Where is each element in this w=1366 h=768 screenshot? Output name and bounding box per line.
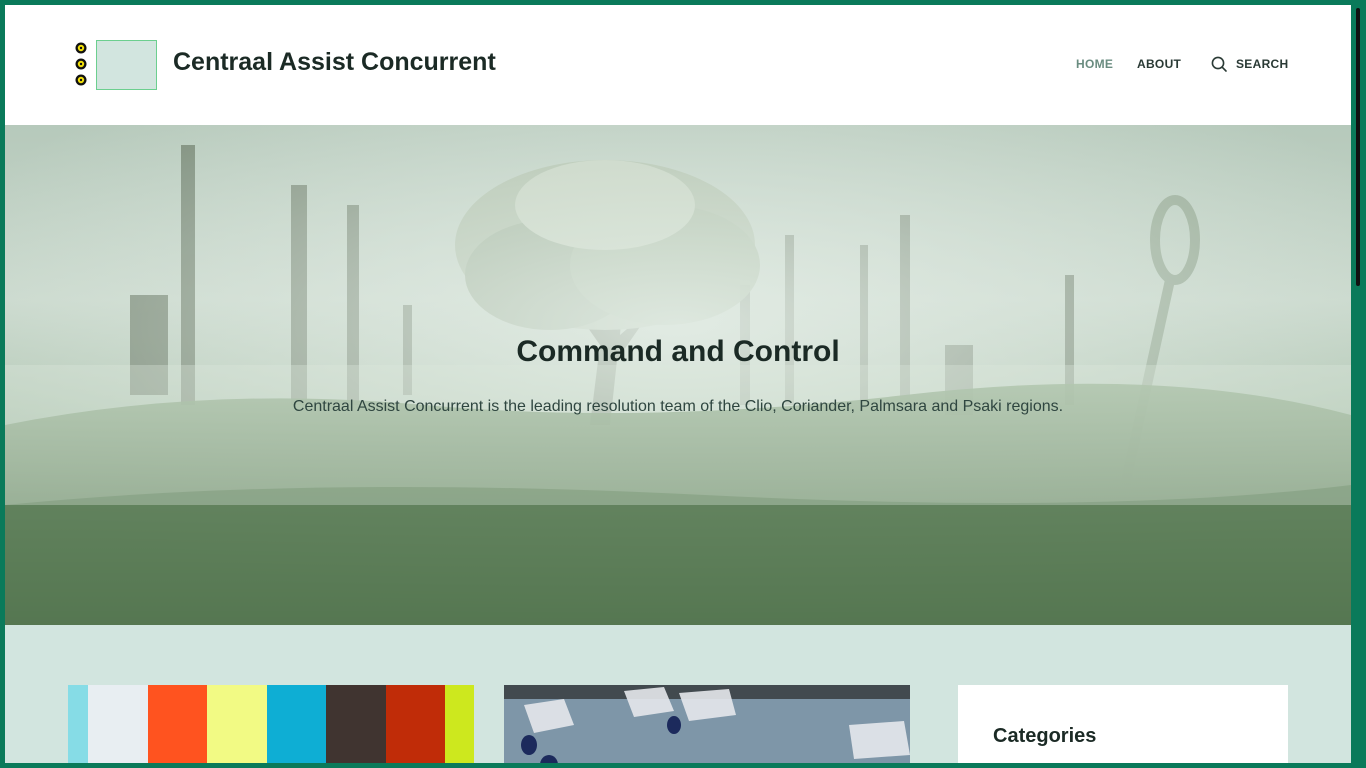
nav-item-home[interactable]: HOME xyxy=(1076,57,1113,71)
flower-icon xyxy=(75,74,87,86)
palette-swatch xyxy=(88,685,148,763)
post-card-photo[interactable] xyxy=(504,685,910,763)
palette-swatch xyxy=(386,685,445,763)
hero-banner: Command and Control Centraal Assist Conc… xyxy=(5,125,1351,625)
scrollbar-thumb[interactable] xyxy=(1356,8,1360,286)
palette-swatch xyxy=(267,685,326,763)
search-label: SEARCH xyxy=(1236,57,1289,71)
search-icon xyxy=(1211,56,1227,72)
site-header: Centraal Assist Concurrent HOME ABOUT SE… xyxy=(5,5,1351,125)
palette-swatch xyxy=(326,685,386,763)
site-logo[interactable] xyxy=(73,40,157,90)
hero-title: Command and Control xyxy=(516,335,840,368)
post-card-palette[interactable] xyxy=(68,685,474,763)
hero-background-image xyxy=(5,125,1351,625)
flower-icon xyxy=(75,42,87,54)
widget-title: Categories xyxy=(993,725,1097,747)
post-thumbnail-image xyxy=(504,685,910,763)
palette-swatch xyxy=(68,685,88,763)
search-button[interactable]: SEARCH xyxy=(1210,54,1300,74)
nav-item-about[interactable]: ABOUT xyxy=(1137,57,1181,71)
palette-swatch xyxy=(148,685,207,763)
palette-swatch xyxy=(207,685,267,763)
hero-subtitle: Centraal Assist Concurrent is the leadin… xyxy=(292,398,1064,415)
categories-widget: Categories xyxy=(958,685,1288,763)
logo-flowers xyxy=(73,42,89,90)
palette-swatch xyxy=(445,685,474,763)
page-frame: Centraal Assist Concurrent HOME ABOUT SE… xyxy=(5,5,1351,763)
logo-image xyxy=(96,40,157,90)
flower-icon xyxy=(75,58,87,70)
site-title[interactable]: Centraal Assist Concurrent xyxy=(173,48,496,77)
